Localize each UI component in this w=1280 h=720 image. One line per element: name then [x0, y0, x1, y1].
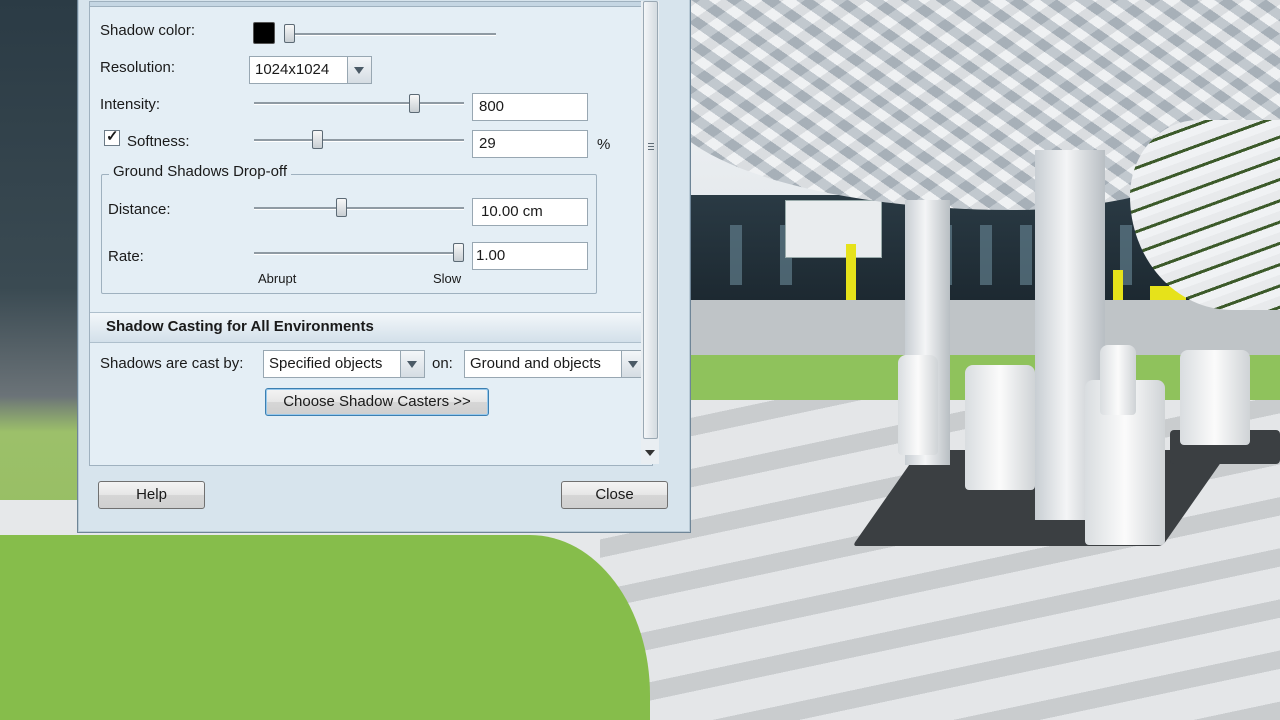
dropdown-arrow-icon[interactable]: [347, 57, 371, 83]
cast-by-dropdown[interactable]: Specified objects: [263, 350, 425, 378]
intensity-label: Intensity:: [100, 96, 161, 113]
rate-input[interactable]: 1.00: [472, 242, 588, 270]
distance-slider-thumb[interactable]: [335, 198, 347, 217]
charging-station: [1180, 350, 1250, 445]
cast-by-value: Specified objects: [269, 355, 383, 372]
settings-panel: Shadow color: Resolution: 1024x1024 Inte…: [89, 1, 653, 466]
cast-on-dropdown[interactable]: Ground and objects: [464, 350, 646, 378]
cast-on-label: on:: [432, 355, 453, 372]
charging-station: [1100, 345, 1136, 415]
intensity-slider-thumb[interactable]: [409, 94, 421, 113]
rate-slider-thumb[interactable]: [453, 243, 464, 262]
shadow-color-slider-thumb[interactable]: [284, 24, 295, 43]
softness-input[interactable]: 29: [472, 130, 588, 158]
shadow-color-slider-track[interactable]: [284, 33, 496, 36]
cast-by-label: Shadows are cast by:: [100, 355, 244, 372]
resolution-dropdown[interactable]: 1024x1024: [249, 56, 372, 84]
softness-slider-track[interactable]: [254, 139, 464, 142]
intensity-input[interactable]: 800: [472, 93, 588, 121]
rate-label: Rate:: [108, 248, 144, 265]
rate-min-label: Abrupt: [258, 271, 297, 286]
distance-slider-track[interactable]: [254, 207, 464, 210]
cast-on-value: Ground and objects: [470, 355, 601, 372]
checkmark-icon: ✓: [106, 128, 119, 145]
dropdown-arrow-icon[interactable]: [400, 351, 424, 377]
intensity-slider-track[interactable]: [254, 102, 464, 105]
softness-unit: %: [597, 136, 611, 153]
shadow-casting-section-title: Shadow Casting for All Environments: [106, 318, 374, 335]
ground-dropoff-group: [101, 174, 597, 294]
viewport-yellow-post: [846, 244, 856, 308]
scrollbar-thumb[interactable]: [643, 1, 658, 439]
panel-scrollbar[interactable]: [641, 1, 659, 464]
rate-max-label: Slow: [433, 271, 462, 286]
shadow-casting-section-header: Shadow Casting for All Environments: [90, 312, 652, 343]
choose-shadow-casters-button[interactable]: Choose Shadow Casters >>: [265, 388, 489, 416]
resolution-value: 1024x1024: [255, 61, 330, 78]
distance-label: Distance:: [108, 201, 171, 218]
shadow-color-label: Shadow color:: [100, 22, 196, 39]
softness-slider-thumb[interactable]: [311, 130, 323, 149]
close-button[interactable]: Close: [561, 481, 668, 509]
softness-checkbox[interactable]: ✓: [104, 128, 120, 146]
help-button[interactable]: Help: [98, 481, 205, 509]
softness-label: Softness:: [127, 133, 190, 150]
resolution-label: Resolution:: [100, 59, 176, 76]
panel-top-band: [90, 2, 652, 7]
rate-slider-track[interactable]: [254, 252, 464, 255]
shadow-settings-dialog: Shadow color: Resolution: 1024x1024 Inte…: [77, 0, 691, 533]
distance-input[interactable]: 10.00 cm: [472, 198, 588, 226]
viewport-near-lawn: [0, 535, 650, 720]
scroll-down-arrow-icon[interactable]: [645, 450, 655, 456]
shadow-color-swatch[interactable]: [253, 22, 275, 44]
viewport-billboard: [785, 200, 882, 258]
charging-station: [965, 365, 1035, 490]
charging-station: [898, 355, 938, 455]
ground-dropoff-title: Ground Shadows Drop-off: [109, 163, 291, 180]
